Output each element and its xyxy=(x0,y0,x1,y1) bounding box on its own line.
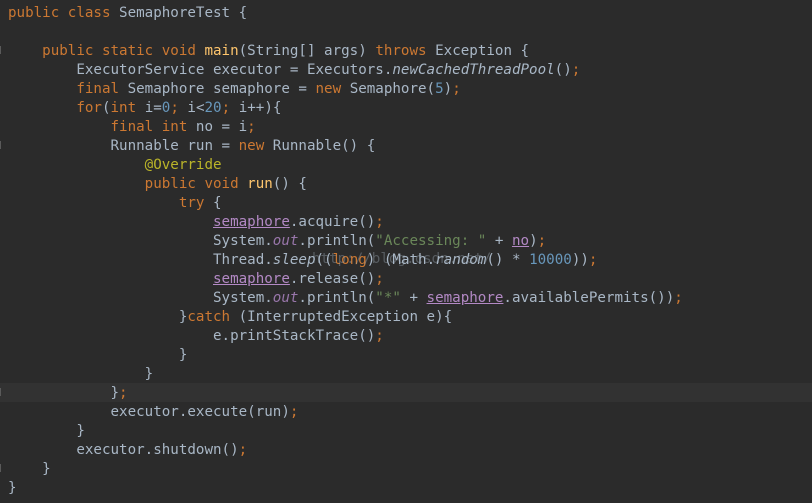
code-line-26[interactable]: } xyxy=(8,479,17,498)
code-line-12[interactable]: semaphore.acquire(); xyxy=(8,213,384,232)
code-line-15[interactable]: semaphore.release(); xyxy=(8,270,384,289)
fold-marker-icon[interactable] xyxy=(0,46,7,54)
fold-marker-icon[interactable] xyxy=(0,464,7,472)
fold-marker-icon[interactable] xyxy=(0,388,7,396)
code-line-24[interactable]: executor.shutdown(); xyxy=(8,441,247,460)
code-line-14[interactable]: Thread.sleep((long) (Math.random() * 100… xyxy=(8,251,597,270)
code-line-8[interactable]: Runnable run = new Runnable() { xyxy=(8,137,375,156)
code-line-7[interactable]: final int no = i; xyxy=(8,118,256,137)
code-line-6[interactable]: for(int i=0; i<20; i++){ xyxy=(8,99,281,118)
code-line-1[interactable]: public class SemaphoreTest { xyxy=(8,4,247,23)
code-line-20[interactable]: } xyxy=(8,365,154,384)
code-line-4[interactable]: ExecutorService executor = Executors.new… xyxy=(8,61,580,80)
code-line-19[interactable]: } xyxy=(8,346,188,365)
code-editor[interactable]: public class SemaphoreTest { public stat… xyxy=(0,0,812,503)
code-line-23[interactable]: } xyxy=(8,422,85,441)
code-line-17[interactable]: }catch (InterruptedException e){ xyxy=(8,308,452,327)
code-line-22[interactable]: executor.execute(run); xyxy=(8,403,298,422)
code-line-9[interactable]: @Override xyxy=(8,156,222,175)
code-line-13[interactable]: System.out.println("Accessing: " + no); xyxy=(8,232,546,251)
code-line-5[interactable]: final Semaphore semaphore = new Semaphor… xyxy=(8,80,460,99)
code-line-21[interactable]: }; xyxy=(8,384,127,403)
code-line-16[interactable]: System.out.println("*" + semaphore.avail… xyxy=(8,289,683,308)
code-line-25[interactable]: } xyxy=(8,460,51,479)
code-line-10[interactable]: public void run() { xyxy=(8,175,307,194)
code-line-18[interactable]: e.printStackTrace(); xyxy=(8,327,384,346)
code-line-11[interactable]: try { xyxy=(8,194,222,213)
code-line-3[interactable]: public static void main(String[] args) t… xyxy=(8,42,529,61)
class-name: SemaphoreTest xyxy=(119,5,231,21)
fold-marker-icon[interactable] xyxy=(0,141,7,149)
